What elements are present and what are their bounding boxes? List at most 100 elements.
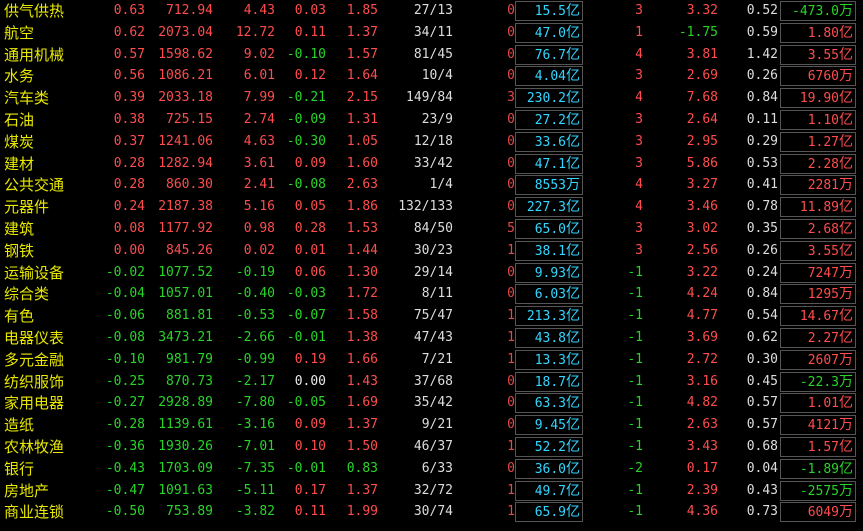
turnover-rate-cell: 0.84 — [725, 283, 778, 305]
rank-cell: 4 — [590, 87, 643, 109]
turnover-value: 52.2 — [534, 440, 566, 455]
up-down-count-cell: 75/47 — [380, 305, 453, 327]
up-down-count-value: 8/11 — [421, 286, 453, 302]
rank-value: 3 — [635, 221, 643, 236]
table-row[interactable]: 水务 0.56 1086.21 6.01 0.12 1.64 10/4 0 4.04亿 3 2.69… — [0, 65, 863, 87]
table-row[interactable]: 航空 0.62 2073.04 12.72 0.11 1.37 34/11 0 47.0亿 1 -1… — [0, 22, 863, 44]
table-row[interactable]: 综合类 -0.04 1057.01 -0.40 -0.03 1.72 8/11 0 6.03亿 -… — [0, 283, 863, 305]
net-inflow-value: 14.67 — [799, 309, 839, 325]
pe-ratio-value: 3.16 — [686, 373, 718, 389]
turnover-rate-cell: 0.45 — [725, 371, 778, 393]
change-value-cell: 9.02 — [220, 44, 275, 66]
change-value-cell: 6.01 — [220, 65, 275, 87]
table-row[interactable]: 通用机械 0.57 1598.62 9.02 -0.10 1.57 81/45 0 76.7亿 4… — [0, 44, 863, 66]
table-row[interactable]: 运输设备 -0.02 1077.52 -0.19 0.06 1.30 29/14 0 9.93亿… — [0, 262, 863, 284]
net-inflow-cell: 14.67亿 — [780, 306, 856, 327]
net-inflow-cell: 11.89亿 — [780, 197, 856, 218]
turnover-cell: 36.0亿 — [515, 458, 583, 479]
net-inflow-unit: 万 — [839, 351, 853, 368]
pe-ratio-value: 3.02 — [686, 221, 718, 236]
sector-name: 多元金融 — [4, 350, 65, 369]
rank-value: -1 — [627, 330, 643, 345]
sector-name: 汽车类 — [4, 89, 50, 108]
table-row[interactable]: 房地产 -0.47 1091.63 -5.11 0.17 1.37 32/72 1 49.7亿 -… — [0, 480, 863, 502]
table-row[interactable]: 石油 0.38 725.15 2.74 -0.09 1.31 23/9 0 27.2亿 3 2.64… — [0, 109, 863, 131]
index-value-cell: 1077.52 — [150, 262, 213, 284]
index-value-value: 981.79 — [166, 351, 213, 367]
change-value-cell: 0.02 — [220, 240, 275, 262]
turnover-rate-cell: 0.52 — [725, 0, 778, 22]
change-pct-value: -0.50 — [105, 504, 145, 520]
turnover-value: 13.3 — [534, 352, 566, 368]
up-down-count-value: 149/84 — [406, 90, 453, 106]
net-inflow-unit: 亿 — [839, 90, 853, 107]
speed-cell: 0.00 — [278, 371, 326, 393]
pe-ratio-value: 2.64 — [686, 112, 718, 127]
rank-cell: -1 — [590, 414, 643, 436]
change-pct-value: 0.56 — [113, 68, 145, 84]
table-row[interactable]: 多元金融 -0.10 981.79 -0.99 0.19 1.66 7/21 1 13.3亿 -1… — [0, 349, 863, 371]
rank-cell: -1 — [590, 392, 643, 414]
table-row[interactable]: 汽车类 0.39 2033.18 7.99 -0.21 2.15 149/84 3 230.2亿… — [0, 87, 863, 109]
table-row[interactable]: 元器件 0.24 2187.38 5.16 0.05 1.86 132/133 0 227.3亿… — [0, 196, 863, 218]
change-pct-cell: 0.08 — [90, 218, 145, 240]
net-inflow-unit: 亿 — [839, 24, 853, 41]
net-inflow-unit: 亿 — [839, 308, 853, 325]
turnover-value: 227.3 — [526, 200, 566, 216]
net-inflow-cell: -22.3万 — [780, 371, 856, 392]
table-row[interactable]: 公共交通 0.28 860.30 2.41 -0.08 2.63 1/4 0 8553万 4 3.2… — [0, 174, 863, 196]
limit-up-count-value: 0 — [507, 417, 515, 433]
table-row[interactable]: 农林牧渔 -0.36 1930.26 -7.01 0.10 1.50 46/37 1 52.2亿… — [0, 436, 863, 458]
up-down-count-value: 10/4 — [421, 68, 453, 84]
rank-cell: -1 — [590, 305, 643, 327]
pe-ratio-cell: 4.77 — [650, 305, 718, 327]
index-value-value: 1077.52 — [158, 264, 213, 280]
volume-ratio-cell: 1.58 — [330, 305, 378, 327]
speed-cell: 0.09 — [278, 414, 326, 436]
speed-value: 0.05 — [294, 199, 326, 215]
table-row[interactable]: 建材 0.28 1282.94 3.61 0.09 1.60 33/42 0 47.1亿 3 5.8… — [0, 153, 863, 175]
index-value-value: 1057.01 — [158, 286, 213, 302]
up-down-count-cell: 132/133 — [380, 196, 453, 218]
table-row[interactable]: 供气供热 0.63 712.94 4.43 0.03 1.85 27/13 0 15.5亿 3 3.… — [0, 0, 863, 22]
turnover-rate-cell: 0.26 — [725, 65, 778, 87]
speed-value: 0.01 — [294, 242, 326, 258]
table-row[interactable]: 造纸 -0.28 1139.61 -3.16 0.09 1.37 9/21 0 9.45亿 -1 2… — [0, 414, 863, 436]
turnover-rate-value: 0.57 — [746, 395, 778, 411]
turnover-rate-value: 0.53 — [746, 155, 778, 171]
change-value-value: -0.53 — [235, 308, 275, 324]
table-row[interactable]: 电器仪表 -0.08 3473.21 -2.66 -0.01 1.38 47/43 1 43.8… — [0, 327, 863, 349]
pe-ratio-value: 4.24 — [686, 286, 718, 302]
table-row[interactable]: 纺织服饰 -0.25 870.73 -2.17 0.00 1.43 37/68 0 18.7亿 -… — [0, 371, 863, 393]
change-value-cell: -2.17 — [220, 371, 275, 393]
up-down-count-value: 37/68 — [413, 373, 453, 389]
change-value-value: -0.99 — [235, 351, 275, 367]
net-inflow-value: 3.55 — [807, 47, 839, 63]
turnover-rate-cell: 0.43 — [725, 480, 778, 502]
table-row[interactable]: 商业连锁 -0.50 753.89 -3.82 0.11 1.99 30/74 1 65.9亿 -… — [0, 501, 863, 523]
rank-cell: 3 — [590, 240, 643, 262]
turnover-unit: 万 — [566, 177, 580, 194]
sector-name: 银行 — [4, 459, 35, 478]
index-value-cell: 1241.06 — [150, 131, 213, 153]
turnover-value: 9.45 — [534, 418, 566, 434]
speed-cell: 0.10 — [278, 436, 326, 458]
speed-value: 0.11 — [294, 24, 326, 40]
table-row[interactable]: 煤炭 0.37 1241.06 4.63 -0.30 1.05 12/18 0 33.6亿 3 2.… — [0, 131, 863, 153]
table-row[interactable]: 有色 -0.06 881.81 -0.53 -0.07 1.58 75/47 1 213.3亿 -… — [0, 305, 863, 327]
net-inflow-cell: 1.10亿 — [780, 110, 856, 130]
volume-ratio-cell: 1.37 — [330, 480, 378, 502]
table-row[interactable]: 钢铁 0.00 845.26 0.02 0.01 1.44 30/23 1 38.1亿 3 2.56… — [0, 240, 863, 262]
volume-ratio-value: 1.53 — [346, 221, 378, 236]
turnover-unit: 亿 — [566, 221, 580, 237]
turnover-value: 65.9 — [534, 505, 566, 521]
sector-name: 建材 — [4, 154, 35, 173]
table-row[interactable]: 家用电器 -0.27 2928.89 -7.80 -0.05 1.69 35/42 0 63.3… — [0, 392, 863, 414]
turnover-cell: 33.6亿 — [515, 131, 583, 152]
volume-ratio-value: 1.69 — [346, 395, 378, 411]
table-row[interactable]: 银行 -0.43 1703.09 -7.35 -0.01 0.83 6/33 0 36.0亿 -2… — [0, 458, 863, 480]
net-inflow-unit: 亿 — [839, 112, 853, 128]
pe-ratio-cell: 3.22 — [650, 262, 718, 284]
index-value-cell: 981.79 — [150, 349, 213, 371]
table-row[interactable]: 建筑 0.08 1177.92 0.98 0.28 1.53 84/50 5 65.0亿 3 3.0… — [0, 218, 863, 240]
